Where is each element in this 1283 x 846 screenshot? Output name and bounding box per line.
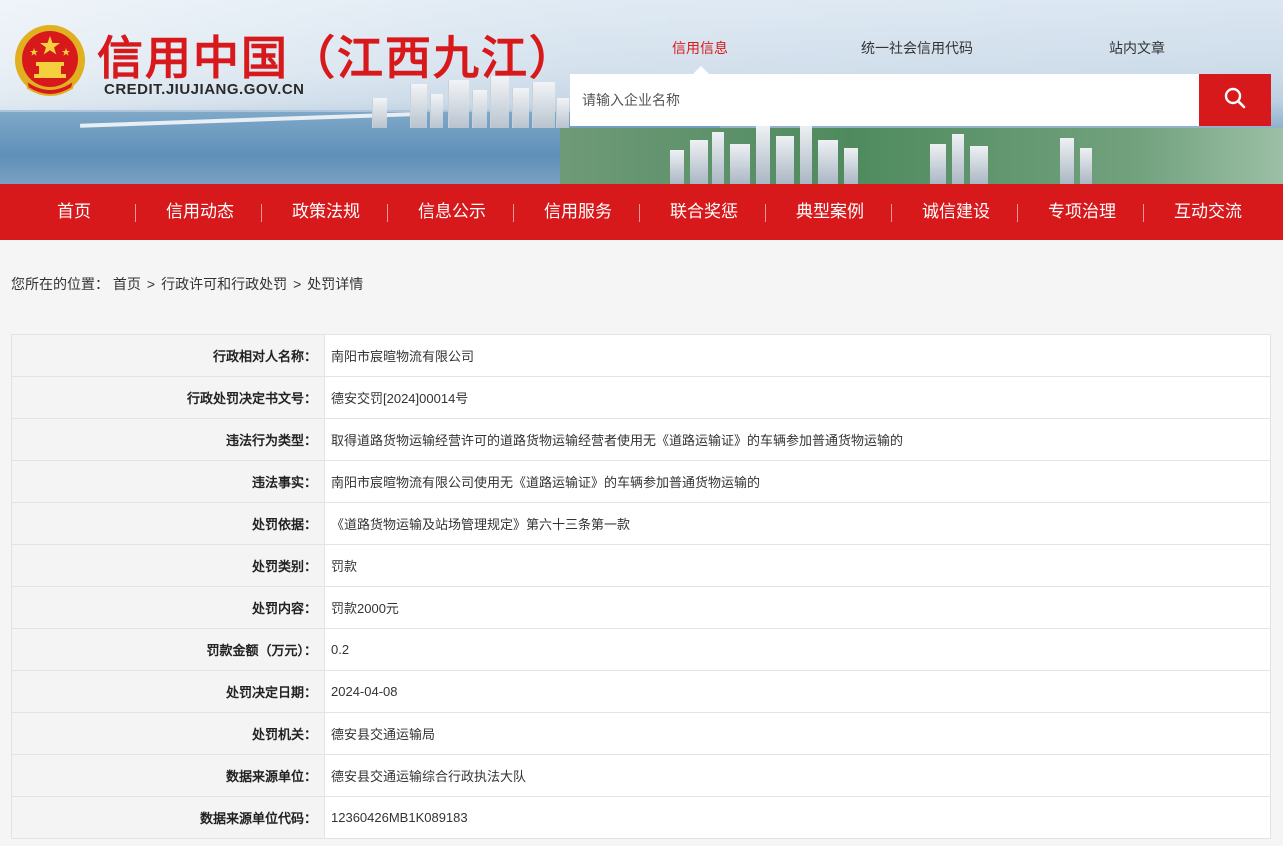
search-icon [1224,87,1246,113]
table-row: 行政处罚决定书文号： 德安交罚[2024]00014号 [11,376,1271,419]
field-value: 南阳市宸暄物流有限公司使用无《道路运输证》的车辆参加普通货物运输的 [324,460,1271,503]
nav-divider [513,204,514,222]
main-nav: 首页 信用动态 政策法规 信息公示 信用服务 联合奖惩 典型案例 诚信建设 专项… [0,184,1283,240]
nav-item-integrity[interactable]: 诚信建设 [893,184,1019,240]
breadcrumb-separator: > [146,276,156,292]
field-value: 《道路货物运输及站场管理规定》第六十三条第一款 [324,502,1271,545]
search-tab-credit-info[interactable]: 信用信息 [672,38,728,58]
table-row: 数据来源单位： 德安县交通运输综合行政执法大队 [11,754,1271,797]
nav-item-credit-services[interactable]: 信用服务 [515,184,641,240]
nav-item-policies[interactable]: 政策法规 [263,184,389,240]
field-value: 南阳市宸暄物流有限公司 [324,334,1271,377]
penalty-detail-table: 行政相对人名称： 南阳市宸暄物流有限公司 行政处罚决定书文号： 德安交罚[202… [11,334,1271,839]
field-label: 行政相对人名称： [11,334,325,377]
field-value: 罚款2000元 [324,586,1271,629]
table-row: 行政相对人名称： 南阳市宸暄物流有限公司 [11,334,1271,377]
breadcrumb: 您所在的位置： 首页 > 行政许可和行政处罚 > 处罚详情 [11,274,363,294]
field-value: 罚款 [324,544,1271,587]
nav-item-credit-news[interactable]: 信用动态 [137,184,263,240]
banner-parkland [560,128,1283,184]
nav-divider [891,204,892,222]
nav-divider [387,204,388,222]
site-title: 信用中国（江西九江） [97,31,577,85]
search-button[interactable] [1199,74,1271,126]
field-label: 违法事实： [11,460,325,503]
field-label: 违法行为类型： [11,418,325,461]
field-value: 德安县交通运输综合行政执法大队 [324,754,1271,797]
site-domain: CREDIT.JIUJIANG.GOV.CN [104,81,305,98]
nav-divider [1017,204,1018,222]
table-row: 处罚机关： 德安县交通运输局 [11,712,1271,755]
field-label: 数据来源单位代码： [11,796,325,839]
breadcrumb-home[interactable]: 首页 [113,276,141,292]
field-label: 处罚决定日期： [11,670,325,713]
table-row: 处罚内容： 罚款2000元 [11,586,1271,629]
nav-divider [1143,204,1144,222]
field-value: 德安交罚[2024]00014号 [324,376,1271,419]
field-label: 处罚内容： [11,586,325,629]
field-value: 取得道路货物运输经营许可的道路货物运输经营者使用无《道路运输证》的车辆参加普通货… [324,418,1271,461]
nav-divider [765,204,766,222]
field-label: 罚款金额（万元）： [11,628,325,671]
nav-divider [639,204,640,222]
breadcrumb-prefix: 您所在的位置： [11,276,109,292]
table-row: 数据来源单位代码： 12360426MB1K089183 [11,796,1271,839]
search-tab-site-articles[interactable]: 站内文章 [1109,38,1165,58]
nav-item-special-governance[interactable]: 专项治理 [1019,184,1145,240]
field-value: 德安县交通运输局 [324,712,1271,755]
nav-item-typical-cases[interactable]: 典型案例 [767,184,893,240]
table-row: 处罚依据： 《道路货物运输及站场管理规定》第六十三条第一款 [11,502,1271,545]
table-row: 罚款金额（万元）： 0.2 [11,628,1271,671]
field-label: 行政处罚决定书文号： [11,376,325,419]
field-value: 0.2 [324,628,1271,671]
national-emblem-icon [12,22,88,100]
nav-item-home[interactable]: 首页 [11,184,137,240]
table-row: 违法行为类型： 取得道路货物运输经营许可的道路货物运输经营者使用无《道路运输证》… [11,418,1271,461]
field-value: 12360426MB1K089183 [324,796,1271,839]
breadcrumb-separator: > [293,276,302,292]
table-row: 处罚决定日期： 2024-04-08 [11,670,1271,713]
nav-divider [261,204,262,222]
table-row: 违法事实： 南阳市宸暄物流有限公司使用无《道路运输证》的车辆参加普通货物运输的 [11,460,1271,503]
search-input[interactable] [570,74,1200,126]
field-label: 处罚机关： [11,712,325,755]
nav-item-disclosure[interactable]: 信息公示 [389,184,515,240]
active-tab-indicator [693,66,709,74]
field-label: 处罚类别： [11,544,325,587]
field-label: 数据来源单位： [11,754,325,797]
table-row: 处罚类别： 罚款 [11,544,1271,587]
breadcrumb-current: 处罚详情 [307,276,364,292]
search-tabs: 信用信息 统一社会信用代码 站内文章 [570,38,1282,68]
breadcrumb-admin-penalty[interactable]: 行政许可和行政处罚 [161,276,287,292]
header-banner: 信用中国（江西九江） CREDIT.JIUJIANG.GOV.CN 信用信息 统… [0,0,1283,184]
search-tab-credit-code[interactable]: 统一社会信用代码 [861,38,973,58]
nav-divider [135,204,136,222]
field-value: 2024-04-08 [324,670,1271,713]
field-label: 处罚依据： [11,502,325,545]
nav-item-interaction[interactable]: 互动交流 [1145,184,1271,240]
nav-item-rewards-penalties[interactable]: 联合奖惩 [641,184,767,240]
